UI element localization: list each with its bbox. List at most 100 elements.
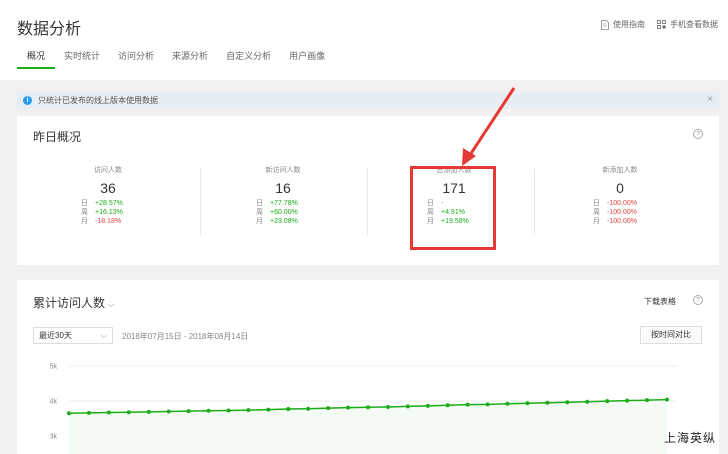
change-value: +23.08% [270,218,298,225]
data-point[interactable] [585,399,590,404]
watermark: 上海英纵 [663,431,716,445]
highlight-box [410,166,496,250]
divider [534,169,535,235]
change-value: +28.57% [95,200,123,207]
card-title[interactable]: 累计访问人数 ⌵ [33,294,114,311]
data-point[interactable] [67,411,71,416]
stat-value: 0 [616,180,624,196]
chevron-down-icon: ⌵ [108,300,115,309]
change-value: -100.00% [607,200,637,207]
download-table-link[interactable]: 下载表格 [644,296,676,307]
chevron-down-icon: ⌵ [100,330,107,340]
data-point[interactable] [326,406,331,411]
tab-source-analysis[interactable]: 来源分析 [163,51,217,69]
change-value: -18.18% [95,218,122,225]
data-point[interactable] [126,410,131,415]
data-point[interactable] [366,405,370,410]
close-icon[interactable]: × [707,94,713,105]
tab-user-profile[interactable]: 用户画像 [280,51,334,69]
stat-label: 新访问人数 [265,167,301,174]
data-point[interactable] [665,397,669,402]
data-point[interactable] [505,401,510,406]
mobile-view-link[interactable]: 手机查看数据 [657,19,718,30]
data-point[interactable] [286,407,291,412]
data-point[interactable] [86,410,91,415]
period-label: 日 [593,200,600,207]
compare-by-time-button[interactable]: 按时间对比 [640,326,702,344]
header-links: 使用指南 手机查看数据 [601,19,718,30]
tab-realtime[interactable]: 实时统计 [55,51,109,69]
stat-value: 36 [100,180,116,196]
notice-text: 只统计已发布的线上版本使用数据 [38,96,158,105]
tab-overview[interactable]: 概况 [17,51,56,69]
data-point[interactable] [605,399,610,404]
document-icon [601,19,609,30]
card-title: 昨日概况 [33,130,82,144]
data-point[interactable] [186,409,191,414]
stat-label: 访问人数 [94,167,122,174]
help-icon[interactable]: ? [693,129,703,139]
period-label: 日 [81,200,88,207]
data-point[interactable] [385,404,390,409]
period-label: 日 [256,200,263,207]
data-point[interactable] [525,401,530,406]
period-label: 月 [593,218,600,225]
period-label: 月 [256,218,263,225]
data-point[interactable] [625,398,630,403]
stat-new-added: 新添加人数 0 日 -100.00% 周 -100.00% 月 -100.00% [537,165,703,243]
divider [367,169,368,235]
y-tick-label: 4k [50,399,58,406]
data-point[interactable] [306,406,311,411]
period-label: 月 [81,218,88,225]
notice-bar: i 只统计已发布的线上版本使用数据 × [17,92,719,109]
card-title-label: 累计访问人数 [33,296,106,310]
period-label: 周 [81,209,88,216]
change-value: +16.13% [95,209,123,216]
qr-code-icon [657,20,666,29]
header: 数据分析 使用指南 手机查看数据 概况 实时统计 访问分析 来源分析 自定义分析… [0,0,728,80]
stat-value: 16 [275,180,291,196]
help-icon[interactable]: ? [693,295,703,305]
page-title: 数据分析 [17,21,82,38]
y-tick-label: 5k [50,364,58,371]
data-point[interactable] [545,400,550,405]
yesterday-overview-card: 昨日概况 ? 访问人数 36 日 +28.57% 周 +16.13% 月 -18.18… [17,116,719,265]
tab-bar: 概况 实时统计 访问分析 来源分析 自定义分析 用户画像 [17,51,334,69]
mobile-view-link-label: 手机查看数据 [670,20,718,29]
stat-visitors: 访问人数 36 日 +28.57% 周 +16.13% 月 -18.18% [25,165,191,243]
period-label: 周 [256,209,263,216]
data-point[interactable] [465,402,470,407]
data-point[interactable] [146,409,151,414]
tab-visit-analysis[interactable]: 访问分析 [109,51,163,69]
data-point[interactable] [266,407,271,412]
stat-label: 新添加人数 [602,167,638,174]
data-point[interactable] [106,410,111,415]
stat-new-visitors: 新访问人数 16 日 +77.78% 周 +60.00% 月 +23.08% [200,165,366,243]
change-value: -100.00% [607,209,637,216]
guide-link[interactable]: 使用指南 [601,19,645,30]
data-point[interactable] [445,403,450,408]
data-point[interactable] [226,408,231,413]
line-chart: 5k 4k 3k [50,364,677,454]
data-point[interactable] [645,398,650,403]
guide-link-label: 使用指南 [613,20,645,29]
change-value: +77.78% [270,200,298,207]
data-point[interactable] [485,402,490,407]
data-point[interactable] [405,404,410,409]
change-value: +60.00% [270,209,298,216]
data-point[interactable] [346,405,351,410]
date-range-select[interactable]: 最近30天 ⌵ [33,327,113,344]
data-point[interactable] [166,409,171,414]
period-label: 周 [593,209,600,216]
date-range-text: 2018年07月15日 - 2018年08月14日 [122,332,249,341]
cumulative-visitors-card: 累计访问人数 ⌵ 下载表格 ? 最近30天 ⌵ 2018年07月15日 - 201… [17,280,719,454]
change-value: -100.00% [607,218,637,225]
data-point[interactable] [425,403,430,408]
y-tick-label: 3k [50,434,58,441]
range-select-value: 最近30天 [39,331,72,340]
info-icon: i [23,96,32,105]
tab-custom-analysis[interactable]: 自定义分析 [217,51,280,69]
data-point[interactable] [206,408,211,413]
data-point[interactable] [246,408,251,413]
data-point[interactable] [565,400,570,405]
